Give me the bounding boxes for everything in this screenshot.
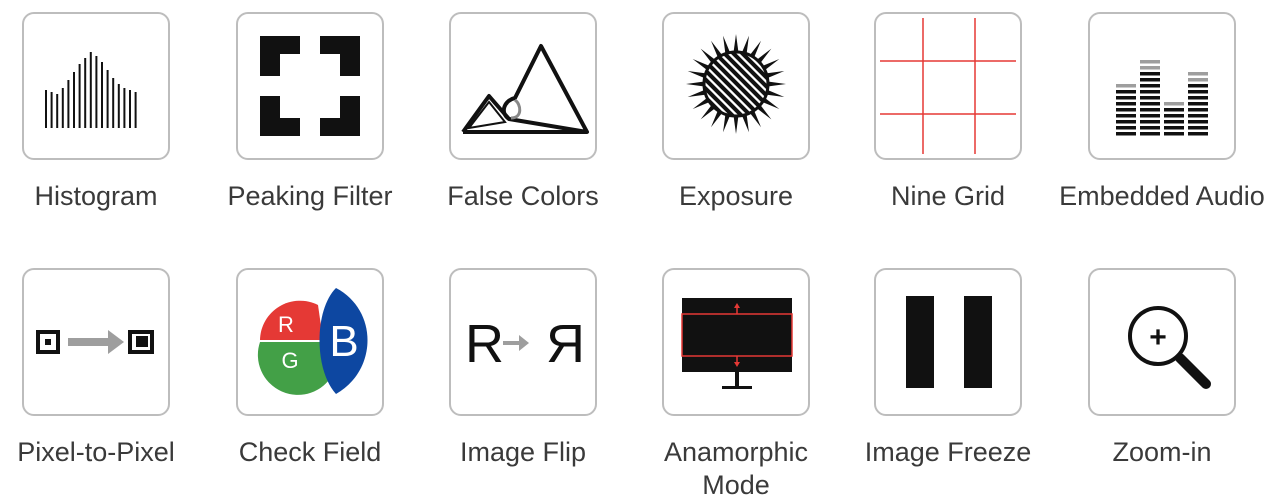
false-colors-icon — [461, 44, 589, 134]
exposure-label: Exposure — [678, 181, 794, 211]
image-flip-button[interactable]: R R — [449, 268, 597, 416]
anamorphic-mode-button[interactable] — [662, 268, 810, 416]
pixel-to-pixel-button[interactable] — [22, 268, 170, 416]
nine-grid-button[interactable] — [874, 12, 1022, 160]
embedded-audio-label: Embedded Audio — [1059, 181, 1265, 211]
exposure-button[interactable] — [662, 12, 810, 160]
nine-grid-label: Nine Grid — [890, 181, 1006, 211]
pixel-to-pixel-icon — [36, 330, 154, 354]
exposure-icon — [686, 34, 786, 134]
check-field-icon: R G B — [257, 288, 368, 395]
zoom-in-button[interactable]: + — [1088, 268, 1236, 416]
flipped-letter: R — [546, 314, 585, 374]
blue-channel-letter: B — [329, 317, 358, 366]
nine-grid-icon — [880, 18, 1016, 154]
histogram-button[interactable] — [22, 12, 170, 160]
image-freeze-label: Image Freeze — [864, 437, 1032, 467]
check-field-label: Check Field — [238, 437, 382, 467]
embedded-audio-button[interactable] — [1088, 12, 1236, 160]
check-field-button[interactable]: R G B — [236, 268, 384, 416]
original-letter: R — [465, 314, 504, 374]
anamorphic-mode-icon — [681, 298, 793, 389]
embedded-audio-icon — [1116, 60, 1208, 136]
image-freeze-icon — [906, 296, 992, 388]
zoom-plus-symbol: + — [1149, 321, 1167, 354]
zoom-in-icon: + — [1128, 306, 1211, 389]
peaking-filter-icon — [260, 36, 360, 136]
false-colors-label: False Colors — [447, 181, 599, 211]
red-channel-letter: R — [278, 312, 294, 337]
image-flip-label: Image Flip — [459, 437, 587, 467]
zoom-in-label: Zoom-in — [1112, 437, 1212, 467]
false-colors-button[interactable] — [449, 12, 597, 160]
green-channel-letter: G — [281, 348, 298, 373]
anamorphic-mode-label: Anamorphic Mode — [663, 437, 809, 500]
histogram-label: Histogram — [34, 181, 158, 211]
histogram-icon — [45, 52, 137, 128]
image-flip-icon: R R — [465, 314, 585, 374]
peaking-filter-label: Peaking Filter — [227, 181, 393, 211]
pixel-to-pixel-label: Pixel-to-Pixel — [17, 437, 175, 467]
peaking-filter-button[interactable] — [236, 12, 384, 160]
image-freeze-button[interactable] — [874, 268, 1022, 416]
